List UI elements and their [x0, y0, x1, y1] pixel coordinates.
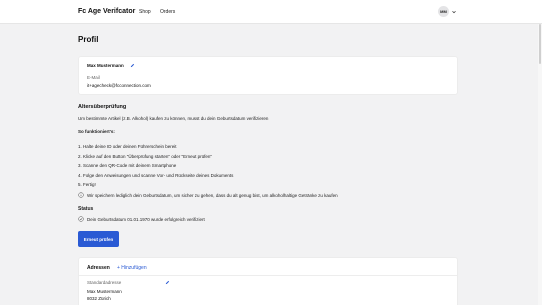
- default-address-label: Standardadresse: [87, 280, 122, 285]
- step-item: 3. Scanne den QR-Code mit deinem Smartph…: [78, 163, 177, 168]
- email-value: it+agecheck@fcconnection.com: [87, 83, 151, 88]
- add-address-button[interactable]: + Hinzufügen: [117, 265, 147, 271]
- status-text: Dein Geburtsdatum 01.01.1970 wurde erfol…: [87, 217, 205, 222]
- check-circle-icon: [78, 216, 84, 222]
- page-title: Profil: [78, 35, 99, 44]
- edit-pencil-icon[interactable]: [130, 63, 135, 68]
- info-note: Wir speichern lediglich dein Geburtsdatu…: [87, 193, 338, 198]
- profile-name: Max Mustermann: [87, 63, 124, 68]
- address-line: 8032 Zürich: [87, 296, 111, 301]
- email-label: E-Mail: [87, 75, 100, 80]
- profile-card: Max Mustermann E-Mail it+agecheck@fcconn…: [78, 56, 458, 95]
- addresses-title: Adressen: [87, 265, 110, 271]
- info-icon: [78, 192, 84, 198]
- app-title[interactable]: Fc Age Verifcator: [78, 8, 135, 15]
- addresses-card: Adressen + Hinzufügen Standardadresse Ma…: [78, 257, 458, 305]
- scrollbar-track[interactable]: [538, 24, 542, 305]
- step-item: 5. Fertig!: [78, 182, 96, 187]
- age-verification-intro: Um bestimmte Artikel (z.B. Alkohol) kauf…: [78, 116, 269, 121]
- nav-link-shop[interactable]: Shop: [139, 9, 151, 15]
- user-avatar[interactable]: MM: [438, 6, 449, 17]
- edit-pencil-icon[interactable]: [165, 280, 170, 285]
- age-verification-title: Altersüberprüfung: [78, 104, 127, 110]
- how-it-works-title: So funktioniert's:: [78, 129, 115, 134]
- chevron-down-icon[interactable]: [451, 9, 457, 15]
- nav-link-orders[interactable]: Orders: [160, 9, 175, 15]
- status-title: Status: [78, 206, 94, 212]
- step-item: 1. Halte deine ID oder deinen Führersche…: [78, 144, 177, 149]
- retry-verification-button[interactable]: Erneut prüfen: [78, 231, 119, 247]
- address-line: Max Mustermann: [87, 289, 122, 294]
- step-item: 2. Klicke auf den Button "Überprüfung st…: [78, 154, 212, 159]
- top-navigation-bar: Fc Age Verifcator Shop Orders MM: [0, 0, 542, 24]
- scrollbar-thumb[interactable]: [539, 24, 541, 64]
- step-item: 4. Folge den Anweisungen und scanne Vor-…: [78, 173, 234, 178]
- divider: [79, 275, 457, 276]
